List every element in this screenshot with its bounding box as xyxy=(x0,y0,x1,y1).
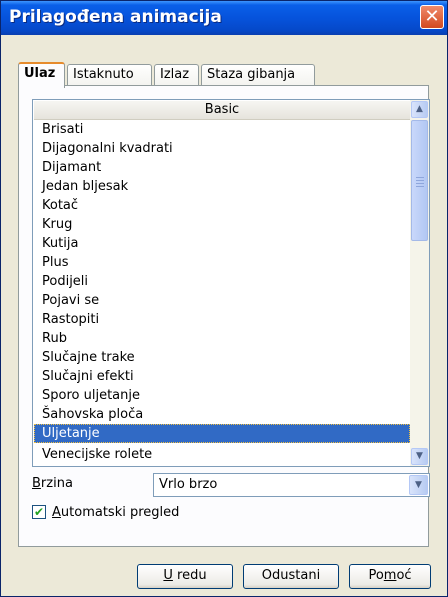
list-item[interactable]: Rub xyxy=(34,329,410,348)
cancel-button[interactable]: Odustani xyxy=(243,564,339,589)
help-label-post: oć xyxy=(396,568,412,583)
list-item[interactable]: Dijamant xyxy=(34,158,410,177)
auto-preview-mnemonic: A xyxy=(52,505,61,520)
tab-label: Staza gibanja xyxy=(207,67,296,82)
dropdown-button[interactable]: ▼ xyxy=(409,475,428,495)
grip-line xyxy=(416,186,424,187)
speed-label: Brzina xyxy=(32,476,73,491)
list-item[interactable]: Venecijske rolete xyxy=(34,445,410,464)
tab-label: Izlaz xyxy=(160,67,190,82)
list-item[interactable]: Dijagonalni kvadrati xyxy=(34,139,410,158)
list-item[interactable]: Sporo uljetanje xyxy=(34,386,410,405)
grip-line xyxy=(416,180,424,181)
tab-label: Istaknuto xyxy=(73,67,134,82)
tab-ulaz[interactable]: Ulaz xyxy=(18,62,65,88)
tab-label: Ulaz xyxy=(24,66,56,81)
vertical-scrollbar[interactable]: ▲ ▼ xyxy=(410,100,429,466)
speed-value: Vrlo brzo xyxy=(159,477,218,492)
list-item[interactable]: Plus xyxy=(34,253,410,272)
auto-preview-label[interactable]: Automatski pregled xyxy=(52,505,179,520)
list-item[interactable]: Brisati xyxy=(34,120,410,139)
list-item[interactable]: Šahovska ploča xyxy=(34,405,410,424)
list-item[interactable]: Pojavi se xyxy=(34,291,410,310)
ok-mnemonic: U xyxy=(163,568,173,583)
window-title: Prilagođena animacija xyxy=(9,7,222,27)
tab-staza-gibanja[interactable]: Staza gibanja xyxy=(201,64,315,86)
scroll-up-button[interactable]: ▲ xyxy=(411,101,428,118)
speed-label-mnemonic: B xyxy=(32,476,41,491)
effects-listbox[interactable]: Basic Brisati Dijagonalni kvadrati Dijam… xyxy=(32,99,430,467)
help-button[interactable]: Pomoć xyxy=(349,564,431,589)
ok-button[interactable]: U redu xyxy=(137,564,233,589)
speed-select[interactable]: Vrlo brzo ▼ xyxy=(153,473,430,497)
tab-izlaz[interactable]: Izlaz xyxy=(154,64,199,86)
close-icon: ✕ xyxy=(424,6,440,27)
scroll-down-button[interactable]: ▼ xyxy=(411,448,428,465)
auto-preview-checkbox[interactable]: ✔ xyxy=(32,505,46,519)
grip-line xyxy=(416,183,424,184)
title-bar[interactable]: Prilagođena animacija ✕ xyxy=(1,1,447,35)
list-item[interactable]: Jedan bljesak xyxy=(34,177,410,196)
list-item[interactable]: Kotač xyxy=(34,196,410,215)
grip-line xyxy=(416,177,424,178)
help-mnemonic: m xyxy=(383,568,397,583)
list-item[interactable]: Krug xyxy=(34,215,410,234)
list-item[interactable]: Slučajne trake xyxy=(34,348,410,367)
tab-istaknuto[interactable]: Istaknuto xyxy=(67,64,152,86)
chevron-down-icon: ▼ xyxy=(415,480,422,490)
list-item[interactable]: Rastopiti xyxy=(34,310,410,329)
auto-preview-text: utomatski pregled xyxy=(60,505,180,520)
list-item[interactable]: Kutija xyxy=(34,234,410,253)
close-button[interactable]: ✕ xyxy=(420,5,444,29)
list-item[interactable]: Slučajni efekti xyxy=(34,367,410,386)
cancel-label: Odustani xyxy=(261,568,321,583)
help-label-pre: Po xyxy=(368,568,384,583)
chevron-up-icon: ▲ xyxy=(416,104,423,114)
chevron-down-icon: ▼ xyxy=(416,451,423,461)
list-item[interactable]: Podijeli xyxy=(34,272,410,291)
speed-label-text: rzina xyxy=(40,476,73,491)
scroll-thumb[interactable] xyxy=(411,120,428,241)
list-item-selected[interactable]: Uljetanje xyxy=(34,424,410,443)
group-header: Basic xyxy=(34,101,410,120)
ok-label: redu xyxy=(172,568,207,583)
checkmark-icon: ✔ xyxy=(33,505,45,519)
